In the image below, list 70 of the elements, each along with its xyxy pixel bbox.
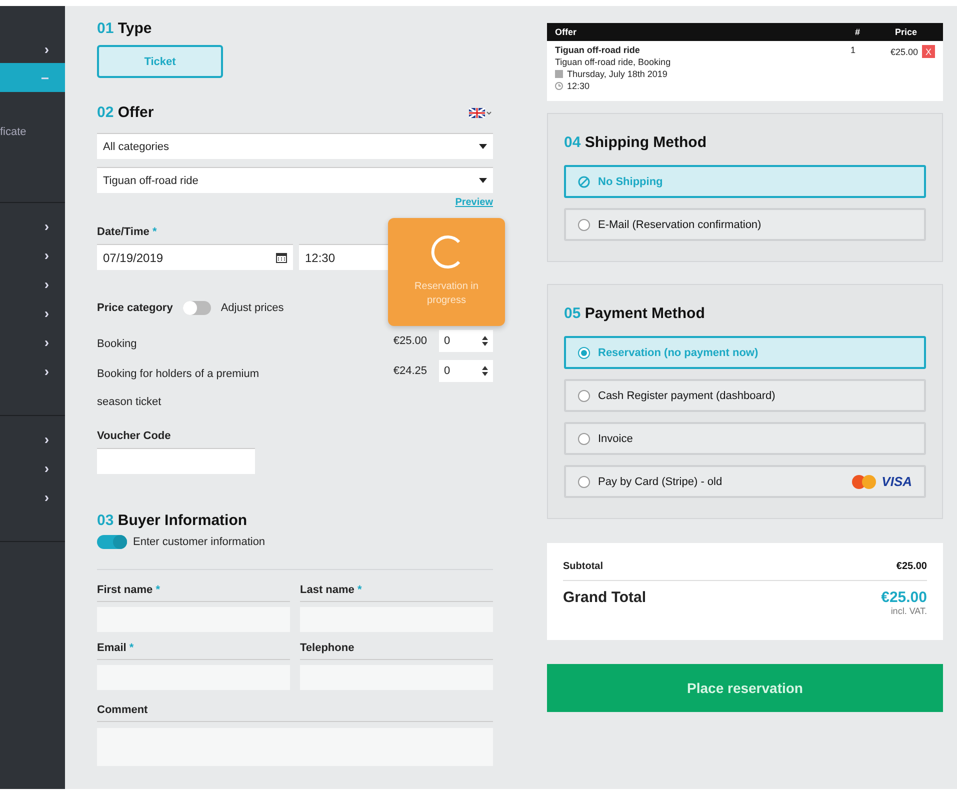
toggle-label: Adjust prices: [220, 302, 284, 314]
time-field[interactable]: 12:30: [299, 244, 389, 270]
grand-total-value: €25.00: [881, 589, 927, 606]
price-name: Booking: [97, 337, 138, 352]
spinner-icon: [482, 336, 488, 346]
column-header: #: [855, 27, 862, 37]
section-heading: 05 Payment Method: [564, 305, 706, 322]
offer-select[interactable]: Tiguan off-road ride: [97, 167, 493, 193]
cart-item-title: Tiguan off-road ride: [555, 45, 641, 55]
adjust-prices-toggle[interactable]: [182, 300, 211, 316]
radio-icon: [578, 218, 590, 230]
field-label: Last name *: [300, 584, 493, 602]
option[interactable]: Cash Register payment (dashboard): [564, 379, 926, 412]
visa-logo: VISA: [882, 474, 912, 489]
grand-total-label: Grand Total: [563, 589, 646, 606]
field-label: Date/Time *: [97, 226, 158, 238]
radio-icon: [578, 346, 590, 358]
sidebar-item[interactable]: ›: [0, 269, 65, 298]
quantity: 1: [850, 45, 856, 57]
sidebar-item[interactable]: ›: [0, 482, 65, 511]
cart-item-subtitle: Tiguan off-road ride, Booking: [555, 57, 672, 67]
field-label: Price category: [97, 302, 173, 314]
column-header: Price: [895, 27, 918, 37]
flag-icon[interactable]: [469, 108, 493, 118]
section-heading: 01 Type: [97, 20, 153, 37]
sidebar-item[interactable]: ›: [0, 298, 65, 327]
section-heading: 04 Shipping Method: [564, 134, 708, 151]
subtotal-value: €25.00: [896, 561, 927, 572]
section-heading: 03 Buyer Information: [97, 512, 248, 529]
sidebar-item[interactable]: ›: [0, 327, 65, 356]
subtotal-label: Subtotal: [563, 561, 603, 572]
price: €24.25: [393, 365, 427, 377]
vat-note: incl. VAT.: [890, 606, 927, 616]
voucher-field[interactable]: [97, 448, 255, 474]
option[interactable]: Pay by Card (Stripe) - old VISA: [564, 465, 926, 498]
field-label: Voucher Code: [97, 430, 172, 442]
card-logo-icon: [850, 474, 878, 490]
sidebar-item[interactable]: ›: [0, 211, 65, 240]
price: €25.00: [393, 335, 427, 347]
price: €25.00: [890, 46, 918, 56]
customer-info-toggle[interactable]: [97, 535, 127, 549]
field-label: First name *: [97, 584, 290, 602]
cart-item-date: Thursday, July 18th 2019: [567, 69, 668, 79]
spinner-icon: [482, 366, 488, 376]
field-label: Telephone: [300, 642, 493, 660]
column-header: Offer: [555, 27, 578, 37]
field-label: Email *: [97, 642, 290, 660]
radio-icon: [578, 390, 590, 402]
sidebar-item[interactable]: ›: [0, 424, 65, 453]
date-field[interactable]: 07/19/2019: [97, 244, 293, 270]
no-entry-icon: [578, 176, 590, 188]
sidebar-item[interactable]: ›: [0, 356, 65, 385]
field-label: Comment: [97, 704, 493, 722]
section-heading: 02 Offer: [97, 104, 154, 121]
option[interactable]: E-Mail (Reservation confirmation): [564, 208, 926, 241]
quantity-field[interactable]: 0: [439, 330, 493, 352]
sidebar-item[interactable]: ›: [0, 240, 65, 269]
clock-icon: [555, 82, 563, 90]
cart-item-time: 12:30: [567, 81, 590, 91]
category-select[interactable]: All categories: [97, 133, 493, 159]
option[interactable]: Invoice: [564, 422, 926, 455]
sidebar-item[interactable]: ›: [0, 453, 65, 482]
radio-icon: [578, 476, 590, 488]
sidebar-item[interactable]: ›: [0, 34, 65, 63]
price-name: Booking for holders of a premium season ticket: [97, 367, 260, 410]
toggle-label: Enter customer information: [133, 536, 266, 548]
quantity-field[interactable]: 0: [439, 360, 493, 382]
radio-icon: [578, 432, 590, 444]
progress-message: Reservation in progress: [414, 280, 480, 308]
sidebar-item[interactable]: ficate: [0, 92, 65, 172]
